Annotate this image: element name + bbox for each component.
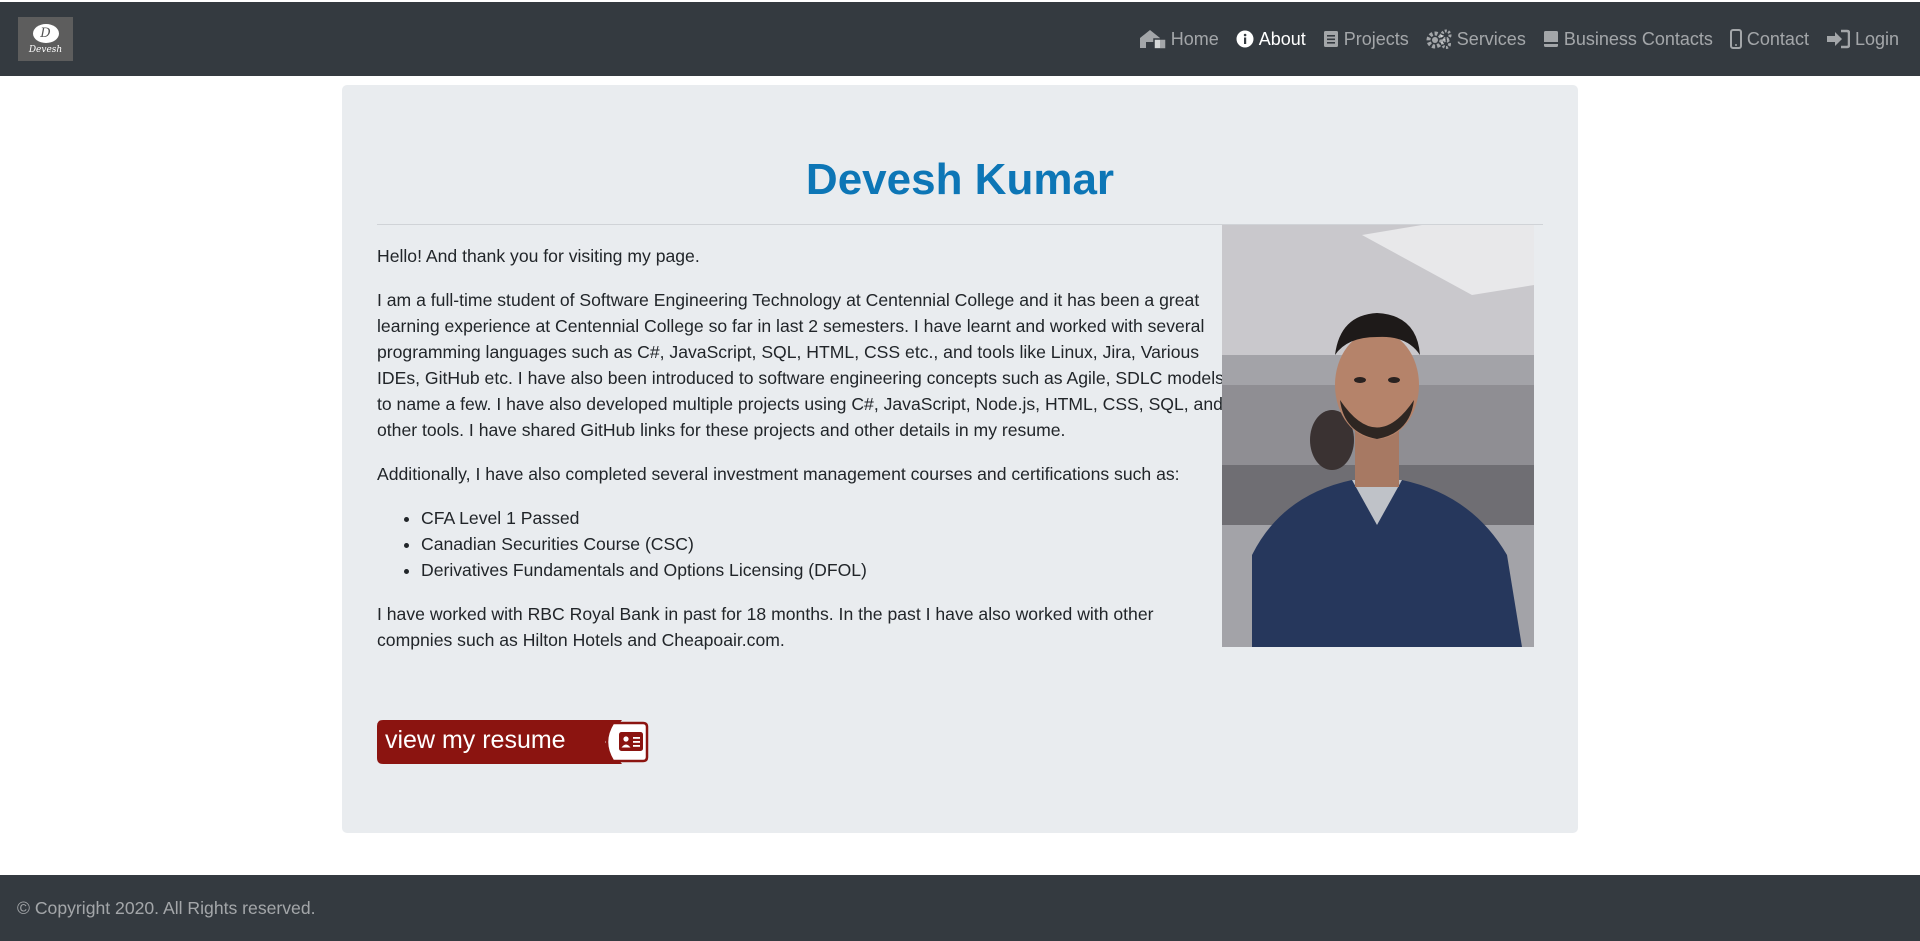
page-footer: © Copyright 2020. All Rights reserved. [0, 875, 1920, 941]
nav-home-label: Home [1170, 28, 1219, 49]
profile-photo [1222, 225, 1534, 647]
about-jumbotron: Devesh Kumar Hello! And thank you for vi… [342, 85, 1578, 833]
brand-logo-initial: D [32, 23, 59, 43]
list-item: Canadian Securities Course (CSC) [421, 531, 1227, 557]
home-icon [1138, 28, 1166, 50]
certifications-intro: Additionally, I have also completed seve… [377, 464, 1180, 484]
nav-login[interactable]: Login [1826, 29, 1899, 50]
nav-projects[interactable]: Projects [1323, 29, 1409, 50]
address-book-icon [1543, 30, 1559, 48]
sign-in-icon [1826, 29, 1850, 49]
list-item: Derivatives Fundamentals and Options Lic… [421, 557, 1227, 583]
education-paragraph: I am a full-time student of Software Eng… [377, 290, 1224, 440]
nav-services-label: Services [1456, 28, 1526, 49]
experience-paragraph: I have worked with RBC Royal Bank in pas… [377, 604, 1154, 650]
nav-about-label: About [1258, 28, 1306, 49]
nav-business-contacts-label: Business Contacts [1563, 28, 1713, 49]
nav-about[interactable]: About [1236, 29, 1306, 50]
nav-contact-label: Contact [1746, 28, 1809, 49]
nav-business-contacts[interactable]: Business Contacts [1543, 29, 1713, 50]
nav-menu: Home About Projects Services Business Co… [1138, 28, 1899, 50]
view-resume-button[interactable]: view my resume [377, 720, 649, 764]
certifications-list: CFA Level 1 Passed Canadian Securities C… [421, 505, 1227, 583]
nav-login-label: Login [1854, 28, 1899, 49]
top-navbar: D Devesh Home About Projects Services Bu… [0, 2, 1920, 76]
projects-icon [1323, 30, 1339, 48]
intro-text: Hello! And thank you for visiting my pag… [377, 246, 700, 266]
nav-home[interactable]: Home [1138, 28, 1219, 50]
resume-button-label: view my resume [385, 726, 566, 754]
list-item: CFA Level 1 Passed [421, 505, 1227, 531]
copyright-text: © Copyright 2020. All Rights reserved. [17, 897, 316, 918]
about-text: Hello! And thank you for visiting my pag… [377, 243, 1227, 671]
info-icon [1236, 30, 1254, 48]
id-card-icon [619, 732, 643, 751]
nav-projects-label: Projects [1343, 28, 1409, 49]
gears-icon [1426, 29, 1452, 49]
nav-services[interactable]: Services [1426, 29, 1526, 50]
nav-contact[interactable]: Contact [1729, 28, 1809, 50]
brand-logo-text: Devesh [28, 44, 63, 55]
page-title: Devesh Kumar [805, 155, 1115, 204]
brand-logo[interactable]: D Devesh [18, 17, 73, 61]
mobile-icon [1729, 29, 1742, 49]
